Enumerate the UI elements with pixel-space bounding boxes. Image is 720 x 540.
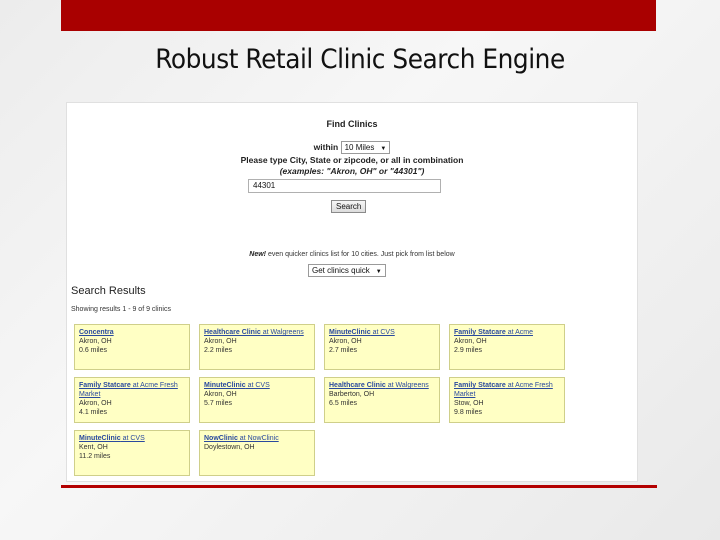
clinic-location: Akron, OH [79, 338, 112, 345]
location-search-input[interactable]: 44301 [248, 179, 441, 193]
clinic-card: Healthcare Clinic at Walgreens Akron, OH… [199, 324, 315, 370]
quick-list-text: even quicker clinics list for 10 cities.… [266, 251, 455, 258]
clinic-name: NowClinic [204, 435, 238, 442]
quick-clinics-select[interactable]: Get clinics quick ▼ [308, 264, 386, 278]
find-clinics-heading: Find Clinics [326, 119, 378, 129]
clinic-distance: 2.2 miles [204, 347, 233, 354]
clinic-card: Family Statcare at Acme Fresh Market Akr… [74, 377, 190, 423]
clinic-link[interactable]: Concentra [79, 328, 185, 337]
clinic-card: MinuteClinic at CVS Akron, OH 2.7 miles [324, 324, 440, 370]
clinic-distance: 11.2 miles [79, 453, 111, 460]
clinic-host: at CVS [245, 382, 270, 389]
clinic-location: Stow, OH [454, 400, 484, 407]
within-label: within [313, 141, 339, 152]
clinic-distance: 2.7 miles [329, 347, 358, 354]
clinic-host: at CVS [120, 435, 145, 442]
clinic-location: Akron, OH [204, 391, 237, 398]
distance-row: within 10 Miles ▼ [67, 141, 637, 154]
clinic-host: at CVS [370, 329, 395, 336]
clinic-distance: 4.1 miles [79, 409, 108, 416]
clinic-host: at Walgreens [385, 382, 429, 389]
clinic-link[interactable]: Healthcare Clinic at Walgreens [329, 381, 435, 390]
quick-clinics-select-wrap: Get clinics quick ▼ [308, 262, 386, 280]
clinic-location: Akron, OH [204, 338, 237, 345]
chevron-down-icon: ▼ [380, 146, 387, 152]
clinic-card: MinuteClinic at CVS Akron, OH 5.7 miles [199, 377, 315, 423]
clinic-link[interactable]: NowClinic at NowClinic [204, 434, 310, 443]
clinic-distance: 9.8 miles [454, 409, 483, 416]
chevron-down-icon: ▼ [375, 269, 382, 276]
clinic-distance: 5.7 miles [204, 400, 233, 407]
clinic-name: MinuteClinic [204, 382, 246, 389]
clinic-host: at NowClinic [237, 435, 279, 442]
quick-list-notice: New! even quicker clinics list for 10 ci… [67, 251, 637, 258]
results-count: Showing results 1 - 9 of 9 clinics [71, 306, 171, 313]
clinic-link[interactable]: MinuteClinic at CVS [79, 434, 185, 443]
slide-title: Robust Retail Clinic Search Engine [155, 44, 565, 75]
clinic-name: MinuteClinic [79, 435, 121, 442]
clinic-distance: 0.6 miles [79, 347, 108, 354]
new-badge: New! [249, 251, 267, 258]
clinic-name: Concentra [79, 329, 114, 336]
clinic-link[interactable]: MinuteClinic at CVS [329, 328, 435, 337]
top-accent-bar [61, 0, 656, 31]
clinic-card: Concentra Akron, OH 0.6 miles [74, 324, 190, 370]
clinic-link[interactable]: MinuteClinic at CVS [204, 381, 310, 390]
search-instructions: Please type City, State or zipcode, or a… [67, 155, 637, 177]
search-results-heading: Search Results [71, 285, 146, 297]
clinic-location: Akron, OH [454, 338, 487, 345]
clinic-distance: 2.9 miles [454, 347, 483, 354]
clinic-name: Family Statcare [454, 382, 506, 389]
clinic-name: Family Statcare [454, 329, 506, 336]
clinic-host: at Acme [505, 329, 533, 336]
instruction-text: Please type City, State or zipcode, or a… [240, 155, 464, 165]
distance-select[interactable]: 10 Miles ▼ [340, 141, 391, 154]
clinic-name: MinuteClinic [329, 329, 371, 336]
distance-select-value: 10 Miles [344, 143, 375, 152]
bottom-accent-line [61, 485, 657, 488]
clinic-card: MinuteClinic at CVS Kent, OH 11.2 miles [74, 430, 190, 476]
clinic-host: at Walgreens [260, 329, 304, 336]
clinic-card: Family Statcare at Acme Akron, OH 2.9 mi… [449, 324, 565, 370]
clinic-name: Healthcare Clinic [204, 329, 261, 336]
clinic-card: Healthcare Clinic at Walgreens Barberton… [324, 377, 440, 423]
clinic-card: NowClinic at NowClinic Doylestown, OH [199, 430, 315, 476]
clinic-name: Family Statcare [79, 382, 131, 389]
clinic-name: Healthcare Clinic [329, 382, 386, 389]
clinic-link[interactable]: Family Statcare at Acme Fresh Market [454, 381, 560, 399]
quick-clinics-select-value: Get clinics quick [312, 266, 370, 276]
clinic-search-screenshot: Find Clinics within 10 Miles ▼ Please typ… [66, 102, 638, 482]
search-button[interactable]: Search [331, 200, 367, 213]
clinic-location: Kent, OH [79, 444, 108, 451]
clinic-location: Barberton, OH [329, 391, 375, 398]
clinic-link[interactable]: Healthcare Clinic at Walgreens [204, 328, 310, 337]
clinic-card: Family Statcare at Acme Fresh Market Sto… [449, 377, 565, 423]
clinic-link[interactable]: Family Statcare at Acme [454, 328, 560, 337]
clinic-location: Doylestown, OH [204, 444, 255, 451]
clinic-location: Akron, OH [329, 338, 362, 345]
clinic-location: Akron, OH [79, 400, 112, 407]
clinic-link[interactable]: Family Statcare at Acme Fresh Market [79, 381, 185, 399]
instruction-examples: (examples: "Akron, OH" or "44301") [279, 166, 425, 176]
clinic-distance: 6.5 miles [329, 400, 358, 407]
